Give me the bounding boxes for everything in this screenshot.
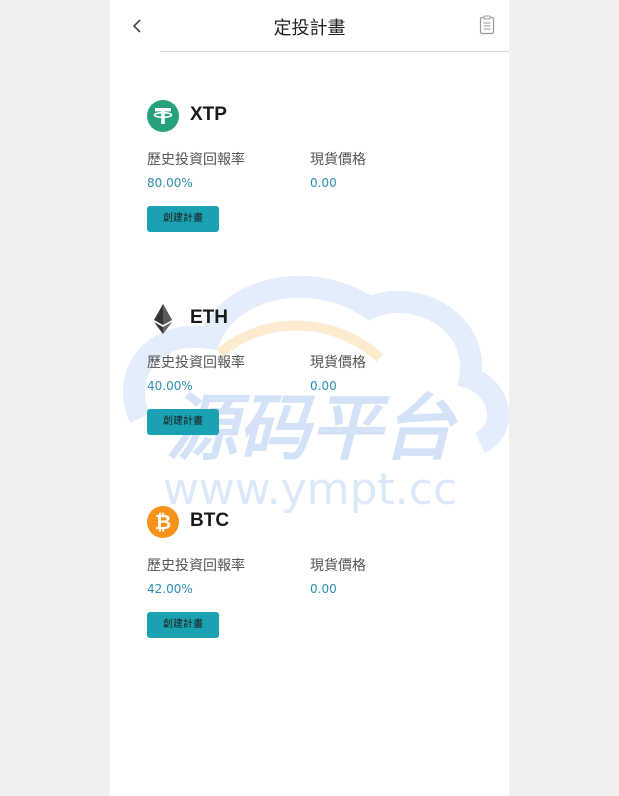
price-value: 0.00: [310, 379, 337, 393]
document-icon: [479, 15, 495, 35]
price-label: 現貨價格: [310, 355, 366, 371]
coin-values: 42.00% 0.00: [147, 582, 477, 600]
coin-labels: 歷史投資回報率 現貨價格: [147, 352, 477, 374]
coin-header: ₿ BTC: [147, 506, 477, 540]
return-value: 40.00%: [147, 379, 193, 393]
coin-header: XTP: [147, 100, 477, 134]
coin-name: ETH: [190, 307, 228, 328]
tether-icon: [147, 100, 179, 132]
return-value: 42.00%: [147, 582, 193, 596]
create-plan-button[interactable]: 創建計畫: [147, 612, 219, 638]
coin-labels: 歷史投資回報率 現貨價格: [147, 555, 477, 577]
return-value: 80.00%: [147, 176, 193, 190]
price-label: 現貨價格: [310, 152, 366, 168]
create-plan-button[interactable]: 創建計畫: [147, 206, 219, 232]
coin-labels: 歷史投資回報率 現貨價格: [147, 149, 477, 171]
coin-name: BTC: [190, 510, 230, 531]
price-value: 0.00: [310, 582, 337, 596]
coin-card-eth: ETH 歷史投資回報率 現貨價格 40.00% 0.00 創建計畫: [147, 303, 477, 435]
bitcoin-icon: ₿: [147, 506, 179, 538]
phone-screen: 定投計畫 源码平台 www.ympt.cc XTP 歷史投資回報率 現貨價格 8…: [110, 0, 509, 796]
records-button[interactable]: [479, 15, 495, 35]
create-plan-button[interactable]: 創建計畫: [147, 409, 219, 435]
return-label: 歷史投資回報率: [147, 152, 245, 168]
top-bar: 定投計畫: [110, 0, 509, 52]
return-label: 歷史投資回報率: [147, 558, 245, 574]
coin-card-btc: ₿ BTC 歷史投資回報率 現貨價格 42.00% 0.00 創建計畫: [147, 506, 477, 638]
coin-name: XTP: [190, 104, 227, 125]
price-label: 現貨價格: [310, 558, 366, 574]
page-title: 定投計畫: [273, 18, 346, 39]
svg-text:₿: ₿: [155, 510, 171, 534]
coin-values: 80.00% 0.00: [147, 176, 477, 194]
coin-header: ETH: [147, 303, 477, 337]
return-label: 歷史投資回報率: [147, 355, 245, 371]
coin-card-xtp: XTP 歷史投資回報率 現貨價格 80.00% 0.00 創建計畫: [147, 100, 477, 232]
price-value: 0.00: [310, 176, 337, 190]
ethereum-icon: [154, 304, 172, 334]
coin-values: 40.00% 0.00: [147, 379, 477, 397]
header-divider: [160, 51, 509, 52]
